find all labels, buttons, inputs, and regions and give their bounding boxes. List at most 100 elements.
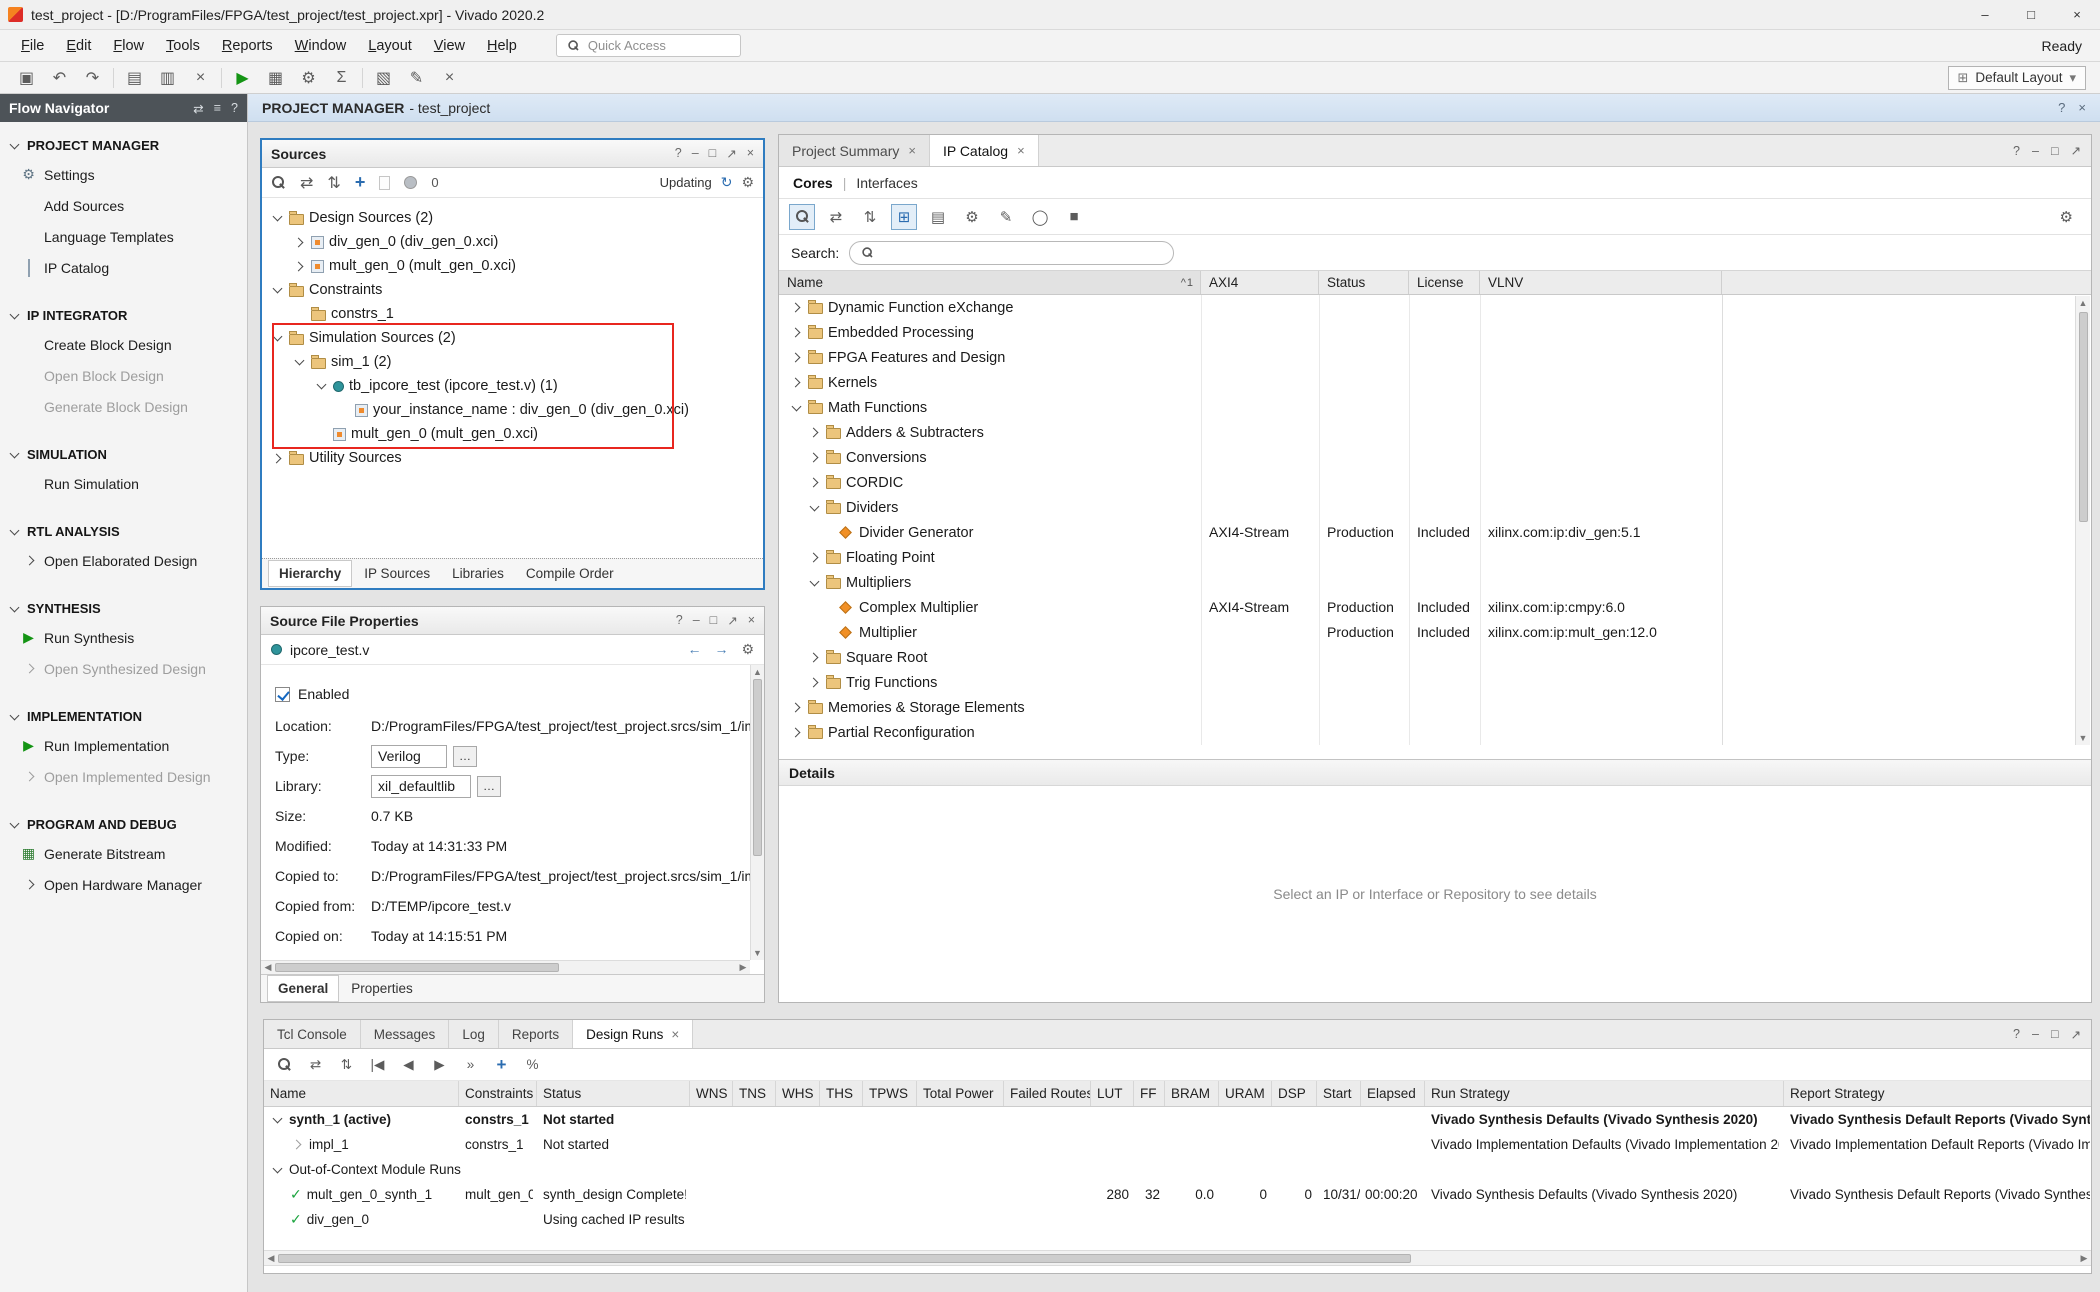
- maximize-icon[interactable]: □: [710, 613, 718, 628]
- help-icon[interactable]: ?: [2058, 100, 2065, 115]
- chevron-right-icon[interactable]: [23, 770, 37, 784]
- back-arrow-icon[interactable]: ←: [687, 641, 701, 658]
- menu-edit[interactable]: Edit: [55, 38, 102, 54]
- column-header-status[interactable]: Status: [1319, 271, 1409, 294]
- menu-view[interactable]: View: [423, 38, 476, 54]
- menu-window[interactable]: Window: [284, 38, 358, 54]
- skip-to-start-icon[interactable]: |◀: [365, 1053, 390, 1077]
- flownav-item-settings[interactable]: ⚙ Settings: [0, 159, 247, 190]
- chevron-down-icon[interactable]: [292, 355, 306, 369]
- scroll-up-icon[interactable]: ▲: [2079, 296, 2088, 310]
- collapse-all-icon[interactable]: ⇄: [300, 173, 313, 193]
- column-header-axi4[interactable]: AXI4: [1201, 271, 1319, 294]
- flownav-section-header[interactable]: RTL ANALYSIS: [0, 518, 247, 545]
- collapse-all-icon[interactable]: ⇄: [303, 1053, 328, 1077]
- tree-item-your-instance-name[interactable]: your_instance_name : div_gen_0 (div_gen_…: [262, 398, 763, 422]
- type-input[interactable]: Verilog: [371, 745, 447, 768]
- refresh-icon[interactable]: ↻: [721, 174, 733, 191]
- column-header-vlnv[interactable]: VLNV: [1480, 271, 1722, 294]
- category-row[interactable]: Trig Functions: [779, 670, 2091, 695]
- flat-view-icon[interactable]: ▤: [925, 204, 951, 230]
- float-icon[interactable]: ↗: [2071, 1027, 2081, 1042]
- column-header-name[interactable]: Name ^ 1: [779, 271, 1201, 294]
- chevron-right-icon[interactable]: [290, 1138, 304, 1152]
- column-header-tns[interactable]: TNS: [733, 1081, 776, 1106]
- category-row[interactable]: Conversions: [779, 445, 2091, 470]
- chevron-down-icon[interactable]: [314, 379, 328, 393]
- flownav-item-open-synthesized-design[interactable]: Open Synthesized Design: [0, 653, 247, 684]
- run-row-ooc-module-runs[interactable]: Out-of-Context Module Runs: [264, 1157, 2091, 1182]
- edit-icon[interactable]: ✎: [993, 204, 1019, 230]
- column-header-wns[interactable]: WNS: [690, 1081, 733, 1106]
- tree-item-tb-ipcore-test[interactable]: tb_ipcore_test (ipcore_test.v) (1): [262, 374, 763, 398]
- scrollbar-thumb[interactable]: [2079, 312, 2088, 522]
- subtab-cores[interactable]: Cores: [793, 175, 833, 191]
- minimize-button[interactable]: –: [1962, 0, 2008, 30]
- layout-selector[interactable]: ⊞ Default Layout ▾: [1948, 66, 2087, 90]
- chevron-down-icon[interactable]: [270, 211, 284, 225]
- chevron-down-icon[interactable]: [270, 1163, 284, 1177]
- delete-icon[interactable]: ×: [184, 69, 217, 87]
- column-header-dsp[interactable]: DSP: [1272, 1081, 1317, 1106]
- flownav-section-header[interactable]: SYNTHESIS: [0, 595, 247, 622]
- chevron-right-icon[interactable]: [789, 726, 803, 740]
- tree-item-div-gen-0[interactable]: div_gen_0 (div_gen_0.xci): [262, 230, 763, 254]
- category-row-multipliers[interactable]: Multipliers: [779, 570, 2091, 595]
- tab-general[interactable]: General: [267, 975, 339, 1002]
- copy-icon[interactable]: ▤: [118, 68, 151, 88]
- run-icon[interactable]: ▶: [226, 68, 259, 88]
- chevron-right-icon[interactable]: [270, 451, 284, 465]
- category-row[interactable]: Square Root: [779, 645, 2091, 670]
- tab-properties[interactable]: Properties: [341, 976, 423, 1001]
- flownav-item-add-sources[interactable]: Add Sources: [0, 190, 247, 221]
- flownav-item-open-hardware-manager[interactable]: Open Hardware Manager: [0, 869, 247, 900]
- maximize-button[interactable]: □: [2008, 0, 2054, 30]
- close-icon[interactable]: ×: [2078, 100, 2086, 115]
- category-row-dividers[interactable]: Dividers: [779, 495, 2091, 520]
- scroll-right-icon[interactable]: ▶: [2077, 1253, 2091, 1264]
- maximize-icon[interactable]: □: [2051, 1027, 2059, 1041]
- scroll-down-icon[interactable]: ▼: [2079, 731, 2088, 745]
- layout-icon[interactable]: ▧: [367, 68, 400, 88]
- fast-forward-icon[interactable]: »: [458, 1053, 483, 1077]
- chevron-down-icon[interactable]: [270, 331, 284, 345]
- chevron-right-icon[interactable]: [23, 662, 37, 676]
- category-row[interactable]: Partial Reconfiguration: [779, 720, 2091, 745]
- flownav-item-language-templates[interactable]: Language Templates: [0, 221, 247, 252]
- flownav-item-generate-block-design[interactable]: Generate Block Design: [0, 391, 247, 422]
- type-browse-button[interactable]: …: [453, 746, 477, 767]
- close-icon[interactable]: ×: [747, 146, 754, 161]
- undo-icon[interactable]: ↶: [43, 68, 76, 88]
- flownav-item-open-block-design[interactable]: Open Block Design: [0, 360, 247, 391]
- scrollbar-thumb[interactable]: [278, 1254, 1411, 1263]
- cancel-icon[interactable]: ×: [433, 69, 466, 87]
- column-header-status[interactable]: Status: [537, 1081, 690, 1106]
- flownav-item-generate-bitstream[interactable]: ▦ Generate Bitstream: [0, 838, 247, 869]
- chevron-right-icon[interactable]: [789, 701, 803, 715]
- tab-design-runs[interactable]: Design Runs ×: [573, 1020, 693, 1048]
- search-icon[interactable]: [271, 175, 286, 190]
- close-button[interactable]: ×: [2054, 0, 2100, 30]
- run-row-div-gen-0[interactable]: ✓ div_gen_0 Using cached IP results: [264, 1207, 2091, 1232]
- percent-icon[interactable]: %: [520, 1053, 545, 1077]
- tab-hierarchy[interactable]: Hierarchy: [268, 560, 352, 587]
- menu-file[interactable]: File: [10, 38, 55, 54]
- flownav-section-header[interactable]: PROJECT MANAGER: [0, 132, 247, 159]
- column-header-bram[interactable]: BRAM: [1165, 1081, 1219, 1106]
- scrollbar-thumb[interactable]: [753, 679, 762, 856]
- chevron-right-icon[interactable]: [807, 451, 821, 465]
- close-icon[interactable]: ×: [671, 1027, 679, 1042]
- library-input[interactable]: xil_defaultlib: [371, 775, 471, 798]
- maximize-icon[interactable]: □: [709, 146, 717, 161]
- window-icon[interactable]: ▣: [10, 68, 43, 88]
- scroll-left-icon[interactable]: ◀: [261, 962, 275, 973]
- menu-bars-icon[interactable]: ≡: [214, 101, 221, 116]
- flownav-item-ip-catalog[interactable]: IP Catalog: [0, 252, 247, 283]
- tree-item-sim-mult-gen-0[interactable]: mult_gen_0 (mult_gen_0.xci): [262, 422, 763, 446]
- search-icon[interactable]: [789, 204, 815, 230]
- chevron-right-icon[interactable]: [292, 259, 306, 273]
- minimize-icon[interactable]: –: [2032, 1027, 2039, 1041]
- ip-row-complex-multiplier[interactable]: Complex Multiplier AXI4-Stream Productio…: [779, 595, 2091, 620]
- chevron-right-icon[interactable]: [807, 651, 821, 665]
- run-row-synth-1[interactable]: synth_1 (active) constrs_1 Not started V…: [264, 1107, 2091, 1132]
